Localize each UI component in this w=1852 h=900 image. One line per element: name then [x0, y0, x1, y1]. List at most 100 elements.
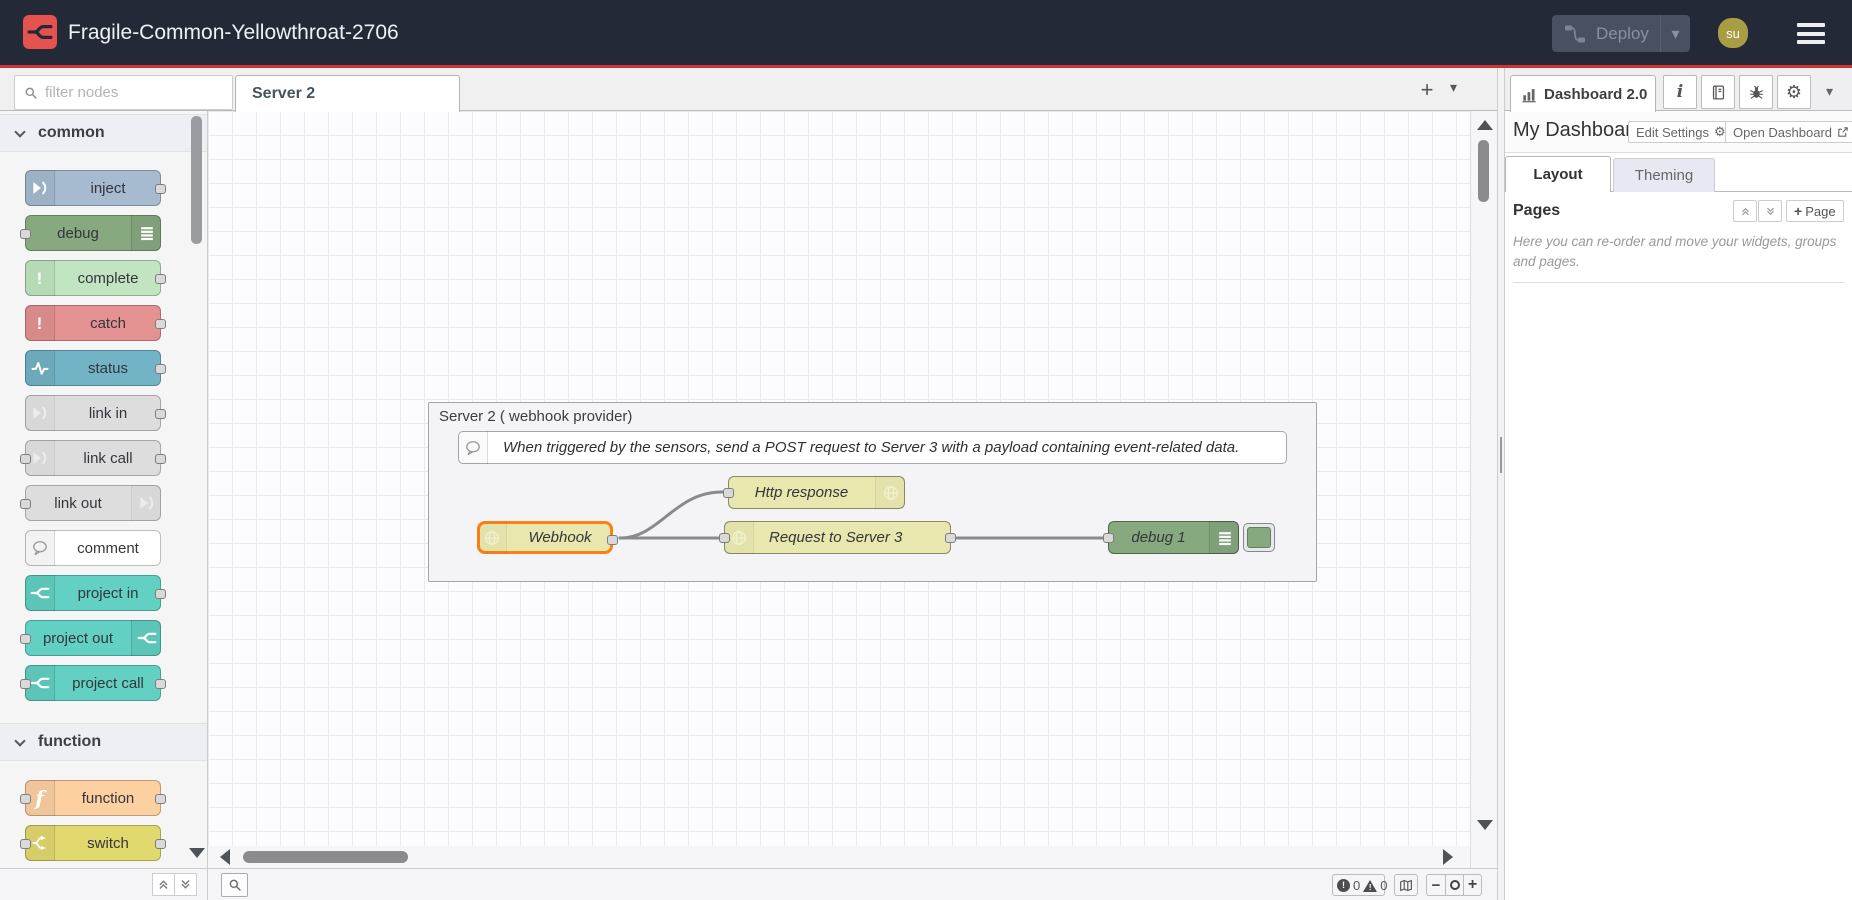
dashboard-header-row: My Dashboard Edit Settings Open Dashboar…	[1505, 111, 1852, 153]
zoom-reset-button[interactable]	[1445, 875, 1463, 895]
palette-node-project-in[interactable]: project in	[25, 575, 161, 611]
palette-node-label: complete	[56, 261, 160, 295]
palette-collapse-all-button[interactable]	[152, 873, 175, 896]
flow-node-request-to-server-3[interactable]: Request to Server 3	[724, 521, 951, 554]
flow-node-http-response[interactable]: Http response	[728, 476, 905, 509]
palette-node-catch[interactable]: !catch	[25, 305, 161, 341]
node-palette: common inject debug !complete !catch status li…	[0, 111, 208, 868]
right-sidebar: Dashboard 2.0 My Dashboard Edit Settings…	[1505, 68, 1852, 900]
flow-canvas[interactable]: Server 2 ( webhook provider) When trigge…	[208, 111, 1497, 868]
vertical-scroll-thumb[interactable]	[1478, 140, 1489, 202]
palette-node-label: project out	[26, 621, 130, 655]
link-arrow-icon	[25, 395, 55, 431]
canvas-search-button[interactable]	[221, 873, 248, 897]
move-page-down-button[interactable]	[1758, 200, 1782, 222]
flow-node-debug-1[interactable]: debug 1	[1108, 521, 1239, 554]
palette-footer	[0, 868, 208, 900]
zoom-controls	[1426, 874, 1482, 896]
palette-search[interactable]	[14, 75, 233, 110]
group-label: Server 2 ( webhook provider)	[439, 408, 632, 425]
node-label: Http response	[729, 477, 874, 508]
double-chevron-down-icon	[179, 878, 192, 891]
plus-icon	[1794, 203, 1802, 219]
list-icon	[131, 215, 161, 251]
comment-bubble-icon	[458, 431, 488, 464]
external-link-icon	[1837, 126, 1849, 138]
debug-enable-toggle[interactable]	[1243, 523, 1275, 552]
open-dashboard-button[interactable]: Open Dashboard	[1725, 121, 1852, 143]
palette-search-input[interactable]	[45, 84, 232, 101]
notification-badges[interactable]: 0 0	[1332, 874, 1385, 896]
palette-category-function[interactable]: function	[0, 723, 207, 761]
node-red-logo-icon[interactable]	[23, 15, 57, 49]
palette-scroll-thumb[interactable]	[191, 116, 202, 244]
palette-node-switch[interactable]: switch	[25, 825, 161, 861]
debug-tab-button[interactable]	[1739, 75, 1773, 109]
palette-node-link-call[interactable]: link call	[25, 440, 161, 476]
palette-node-complete[interactable]: !complete	[25, 260, 161, 296]
tab-theming[interactable]: Theming	[1613, 158, 1715, 192]
deploy-options-caret-icon[interactable]	[1660, 15, 1690, 52]
flow-node-comment[interactable]: When triggered by the sensors, send a PO…	[458, 431, 1287, 464]
palette-node-label: function	[56, 781, 160, 815]
globe-icon	[477, 521, 507, 554]
scroll-down-arrow[interactable]	[1477, 820, 1493, 830]
zoom-in-button[interactable]	[1463, 875, 1481, 895]
config-tab-button[interactable]	[1777, 75, 1811, 109]
palette-node-label: inject	[56, 171, 160, 205]
double-chevron-down-icon	[1765, 206, 1776, 217]
sidebar-resize-handle[interactable]	[1497, 68, 1505, 900]
minimap-button[interactable]	[1394, 874, 1418, 896]
zoom-out-button[interactable]	[1427, 875, 1445, 895]
palette-node-comment[interactable]: comment	[25, 530, 161, 566]
input-port[interactable]	[719, 533, 730, 543]
add-page-button[interactable]: Page	[1786, 200, 1844, 222]
add-flow-button[interactable]	[1414, 77, 1440, 103]
scroll-up-arrow[interactable]	[1477, 120, 1493, 130]
palette-scroll-down-arrow[interactable]	[189, 848, 205, 858]
tab-dashboard-2[interactable]: Dashboard 2.0	[1510, 75, 1656, 112]
move-page-up-button[interactable]	[1733, 200, 1757, 222]
output-port	[155, 839, 166, 849]
sidebar-tabs-caret-icon[interactable]	[1826, 83, 1833, 100]
palette-node-link-out[interactable]: link out	[25, 485, 161, 521]
flow-tab-server-2[interactable]: Server 2	[235, 75, 460, 112]
palette-node-link-in[interactable]: link in	[25, 395, 161, 431]
input-port[interactable]	[1103, 533, 1114, 543]
palette-category-common[interactable]: common	[0, 114, 207, 152]
palette-node-inject[interactable]: inject	[25, 170, 161, 206]
scroll-right-arrow[interactable]	[1443, 849, 1453, 865]
flow-node-webhook[interactable]: Webhook	[477, 521, 613, 554]
input-port	[20, 229, 31, 239]
flow-list-caret-icon[interactable]	[1450, 79, 1457, 96]
input-port	[20, 454, 31, 464]
palette-node-project-call[interactable]: project call	[25, 665, 161, 701]
tab-layout[interactable]: Layout	[1505, 156, 1611, 192]
user-avatar[interactable]: su	[1718, 18, 1748, 48]
input-port	[20, 794, 31, 804]
scroll-left-arrow[interactable]	[220, 849, 230, 865]
input-port[interactable]	[723, 488, 734, 498]
output-port[interactable]	[607, 535, 618, 545]
palette-expand-all-button[interactable]	[174, 873, 197, 896]
comment-text: When triggered by the sensors, send a PO…	[490, 432, 1280, 463]
help-tab-button[interactable]	[1701, 75, 1735, 109]
palette-node-debug[interactable]: debug	[25, 215, 161, 251]
error-icon	[1337, 879, 1350, 892]
palette-node-status[interactable]: status	[25, 350, 161, 386]
edit-settings-button[interactable]: Edit Settings	[1628, 121, 1734, 143]
palette-node-label: catch	[56, 306, 160, 340]
horizontal-scroll-thumb[interactable]	[243, 851, 408, 863]
output-port[interactable]	[945, 533, 956, 543]
palette-node-label: link out	[26, 486, 130, 520]
info-tab-button[interactable]	[1663, 75, 1697, 109]
deploy-button[interactable]: Deploy	[1552, 15, 1690, 52]
main-menu-button[interactable]	[1797, 23, 1825, 44]
palette-node-function[interactable]: ffunction	[25, 780, 161, 816]
output-port	[155, 274, 166, 284]
list-icon	[1209, 521, 1239, 554]
double-chevron-up-icon	[157, 878, 170, 891]
palette-node-label: link call	[56, 441, 160, 475]
palette-node-label: comment	[56, 531, 160, 565]
palette-node-project-out[interactable]: project out	[25, 620, 161, 656]
